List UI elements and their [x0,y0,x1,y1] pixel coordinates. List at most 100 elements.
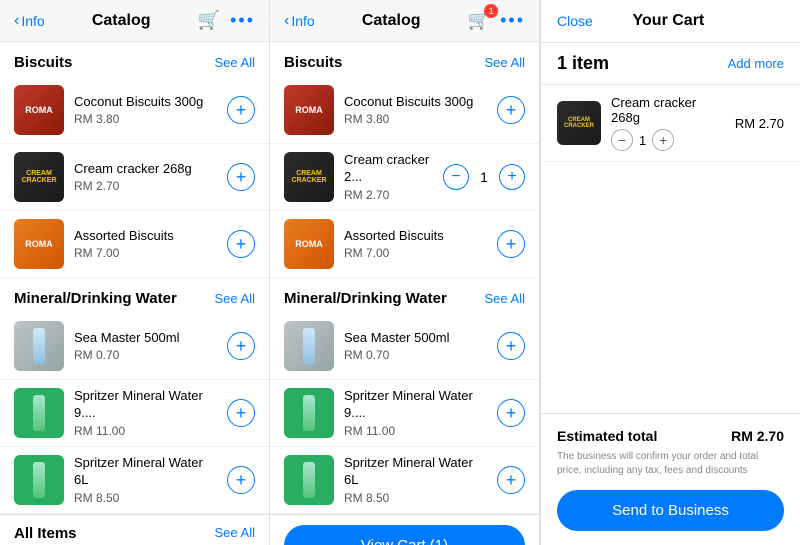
product-price: RM 3.80 [344,112,487,126]
chevron-left-icon: ‹ [14,12,19,30]
product-info: Spritzer Mineral Water 9.... RM 11.00 [344,388,487,438]
cart-header: Close Your Cart [541,0,800,43]
left-bottom-bar: All Items See All [0,514,269,545]
left-cart-icon[interactable]: 🛒 [198,10,220,31]
right-header: ‹ Info Catalog 🛒 1 ••• [270,0,539,42]
right-panel: ‹ Info Catalog 🛒 1 ••• Biscuits See All … [270,0,540,545]
add-button[interactable]: + [227,399,255,427]
add-button[interactable]: + [497,230,525,258]
cart-qty-value: 1 [639,133,646,148]
product-name: Sea Master 500ml [344,330,487,347]
cart-footer: Estimated total RM 2.70 The business wil… [541,413,800,545]
add-button[interactable]: + [497,96,525,124]
assorted-thumb: ROMA [14,219,64,269]
product-name: Spritzer Mineral Water 6L [74,455,217,489]
list-item: ROMA Coconut Biscuits 300g RM 3.80 + [0,77,269,144]
chevron-left-icon-right: ‹ [284,12,289,30]
right-biscuits-see-all[interactable]: See All [485,55,525,70]
product-price: RM 7.00 [344,246,487,260]
product-price: RM 0.70 [344,348,487,362]
right-biscuits-title: Biscuits [284,54,342,71]
list-item: Spritzer Mineral Water 9.... RM 11.00 + [270,380,539,447]
left-more-icon[interactable]: ••• [230,10,255,31]
add-button[interactable]: + [227,332,255,360]
increase-qty-button[interactable]: + [499,164,525,190]
right-biscuits-header: Biscuits See All [270,42,539,77]
add-button[interactable]: + [227,96,255,124]
cart-item-name: Cream cracker 268g [611,95,725,125]
coconut-thumb: ROMA [14,85,64,135]
cart-item-price: RM 2.70 [735,116,784,131]
estimated-price: RM 2.70 [731,428,784,444]
product-price: RM 8.50 [74,491,217,505]
left-water-see-all[interactable]: See All [215,291,255,306]
cart-increase-btn[interactable]: + [652,129,674,151]
product-info: Spritzer Mineral Water 6L RM 8.50 [344,455,487,505]
product-info: Spritzer Mineral Water 6L RM 8.50 [74,455,217,505]
spritzer2-thumb-r [284,455,334,505]
left-biscuits-title: Biscuits [14,54,72,71]
spritzer-thumb-r [284,388,334,438]
cart-title: Your Cart [633,12,705,30]
left-header-icons: 🛒 ••• [198,10,255,31]
decrease-qty-button[interactable]: − [443,164,469,190]
list-item: CREAMCRACKER Cream cracker 2... RM 2.70 … [270,144,539,211]
list-item: Sea Master 500ml RM 0.70 + [270,313,539,380]
close-button[interactable]: Close [557,13,593,29]
left-water-title: Mineral/Drinking Water [14,290,177,307]
list-item: Sea Master 500ml RM 0.70 + [0,313,269,380]
coconut-thumb-r: ROMA [284,85,334,135]
add-button[interactable]: + [227,230,255,258]
list-item: ROMA Assorted Biscuits RM 7.00 + [0,211,269,278]
cream-thumb-r: CREAMCRACKER [284,152,334,202]
send-to-business-button[interactable]: Send to Business [557,490,784,531]
add-more-button[interactable]: Add more [728,56,784,71]
cart-panel: Close Your Cart 1 item Add more CREAMCRA… [540,0,800,545]
add-button[interactable]: + [227,466,255,494]
product-name: Coconut Biscuits 300g [344,94,487,111]
estimated-label: Estimated total [557,428,657,444]
list-item: ROMA Assorted Biscuits RM 7.00 + [270,211,539,278]
cart-badge[interactable]: 🛒 1 [468,10,490,31]
list-item: Spritzer Mineral Water 6L RM 8.50 + [270,447,539,514]
right-header-icons: 🛒 1 ••• [468,10,525,31]
product-name: Assorted Biscuits [344,228,487,245]
add-button[interactable]: + [497,332,525,360]
cart-item-count: 1 item [557,53,609,74]
left-back-label[interactable]: Info [21,13,44,29]
add-button[interactable]: + [227,163,255,191]
product-name: Cream cracker 268g [74,161,217,178]
product-price: RM 11.00 [74,424,217,438]
product-info: Coconut Biscuits 300g RM 3.80 [74,94,217,127]
right-footer: View Cart (1) [270,514,539,545]
cart-summary: 1 item Add more [541,43,800,85]
product-name: Spritzer Mineral Water 9.... [74,388,217,422]
product-info: Assorted Biscuits RM 7.00 [74,228,217,261]
all-items-see-all[interactable]: See All [215,525,255,542]
list-item: Spritzer Mineral Water 6L RM 8.50 + [0,447,269,514]
cart-count-badge: 1 [484,4,498,18]
product-info: Cream cracker 2... RM 2.70 [344,152,433,202]
add-button[interactable]: + [497,466,525,494]
view-cart-button[interactable]: View Cart (1) [284,525,525,545]
quantity-control: − 1 + [443,164,525,190]
product-name: Sea Master 500ml [74,330,217,347]
product-info: Assorted Biscuits RM 7.00 [344,228,487,261]
right-more-icon[interactable]: ••• [500,10,525,31]
product-price: RM 8.50 [344,491,487,505]
product-price: RM 7.00 [74,246,217,260]
product-price: RM 0.70 [74,348,217,362]
add-button[interactable]: + [497,399,525,427]
right-water-header: Mineral/Drinking Water See All [270,278,539,313]
right-water-see-all[interactable]: See All [485,291,525,306]
right-back-nav[interactable]: ‹ Info [284,12,315,30]
left-biscuits-header: Biscuits See All [0,42,269,77]
cart-item-thumb: CREAMCRACKER [557,101,601,145]
left-back-nav[interactable]: ‹ Info [14,12,45,30]
estimated-total-row: Estimated total RM 2.70 [557,428,784,444]
cart-decrease-btn[interactable]: − [611,129,633,151]
product-name: Cream cracker 2... [344,152,433,186]
list-item: CREAMCRACKER Cream cracker 268g RM 2.70 … [0,144,269,211]
left-biscuits-see-all[interactable]: See All [215,55,255,70]
right-back-label[interactable]: Info [291,13,314,29]
